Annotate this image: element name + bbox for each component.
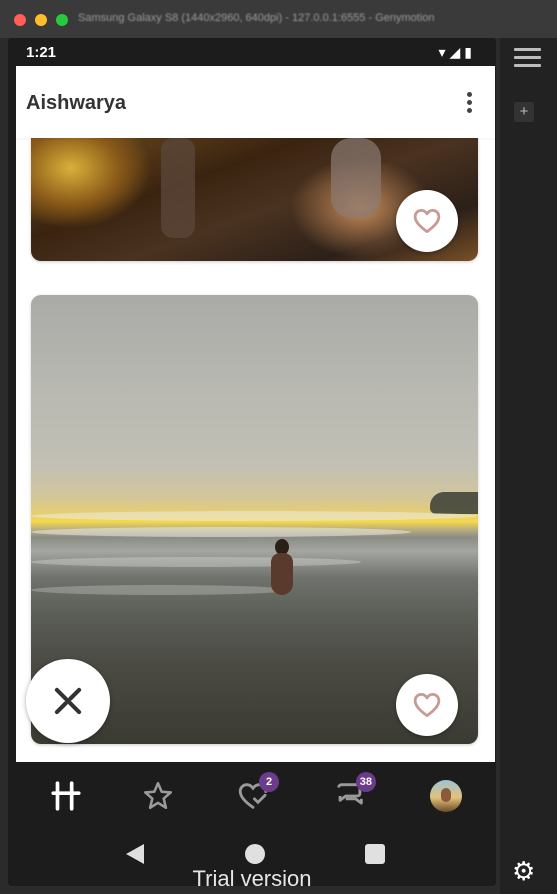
status-bar: 1:21 ▾◢▮ <box>8 38 496 66</box>
heart-outline-icon <box>413 693 441 717</box>
back-icon[interactable] <box>126 844 144 864</box>
recents-icon[interactable] <box>365 844 385 864</box>
status-time: 1:21 <box>26 44 57 61</box>
wifi-icon: ▾ <box>438 44 450 60</box>
app-content[interactable]: Aishwarya <box>16 66 495 762</box>
nav-standouts[interactable] <box>138 776 178 816</box>
close-x-icon <box>54 687 82 715</box>
window-title: Samsung Galaxy S8 (1440x2960, 640dpi) - … <box>78 12 435 24</box>
emulator-titlebar: Samsung Galaxy S8 (1440x2960, 640dpi) - … <box>0 0 557 38</box>
phone-screen: 1:21 ▾◢▮ Aishwarya 2 38 Trial version <box>8 38 496 886</box>
nav-discover[interactable] <box>46 776 86 816</box>
profile-name-title: Aishwarya <box>26 92 127 114</box>
bottom-nav: 2 38 <box>8 762 496 832</box>
close-window-button[interactable] <box>14 14 26 26</box>
more-vertical-icon[interactable] <box>467 92 473 116</box>
maximize-window-button[interactable] <box>56 14 68 26</box>
like-photo-button[interactable] <box>396 674 458 736</box>
star-outline-icon <box>143 781 173 810</box>
hamburger-menu-icon[interactable] <box>514 48 541 72</box>
emulator-side-panel: + ⚙ <box>500 38 557 894</box>
minimize-window-button[interactable] <box>35 14 47 26</box>
app-bar: Aishwarya <box>16 66 495 138</box>
hinge-logo-icon <box>51 781 81 811</box>
matches-count-badge: 38 <box>355 772 376 792</box>
trial-watermark: Trial version <box>192 866 312 886</box>
gear-icon[interactable]: ⚙ <box>512 858 535 884</box>
skip-profile-button[interactable] <box>26 659 110 743</box>
nav-matches[interactable]: 38 <box>330 772 376 816</box>
nav-likes[interactable]: 2 <box>233 772 279 816</box>
home-icon[interactable] <box>245 844 265 864</box>
avatar <box>430 780 462 812</box>
nav-profile[interactable] <box>426 776 466 816</box>
battery-icon: ▮ <box>464 44 476 60</box>
signal-icon: ◢ <box>449 44 465 60</box>
heart-outline-icon <box>413 209 441 233</box>
plus-icon[interactable]: + <box>514 102 534 122</box>
likes-count-badge: 2 <box>259 772 279 792</box>
like-photo-button[interactable] <box>396 190 458 252</box>
